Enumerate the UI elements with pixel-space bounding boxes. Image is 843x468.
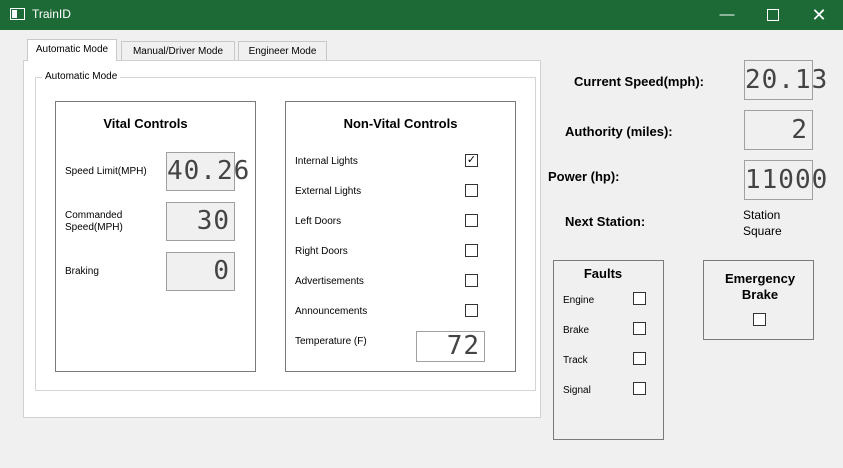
power-display: 11000 bbox=[744, 160, 829, 200]
fault-item-label: Signal bbox=[563, 385, 591, 396]
tab-manual-driver-mode[interactable]: Manual/Driver Mode bbox=[121, 41, 235, 61]
fault-item-checkbox[interactable] bbox=[633, 322, 646, 335]
authority-label: Authority (miles): bbox=[565, 124, 673, 139]
commanded-speed-label-line1: Commanded bbox=[65, 210, 123, 221]
non-vital-item-label: Announcements bbox=[295, 306, 368, 317]
non-vital-item-checkbox[interactable] bbox=[465, 244, 478, 257]
non-vital-item-checkbox[interactable] bbox=[465, 304, 478, 317]
fault-item-checkbox[interactable] bbox=[633, 292, 646, 305]
non-vital-item-label: Advertisements bbox=[295, 276, 364, 287]
non-vital-item-label: Internal Lights bbox=[295, 156, 358, 167]
title-bar: TrainID — ✕ bbox=[0, 0, 843, 30]
next-station-value-line1: Station bbox=[743, 208, 781, 222]
non-vital-item-label: Right Doors bbox=[295, 246, 348, 257]
maximize-button[interactable] bbox=[750, 0, 796, 30]
non-vital-controls-title: Non-Vital Controls bbox=[343, 116, 458, 131]
speed-limit-display: 40.26 bbox=[166, 152, 251, 191]
app-icon bbox=[10, 8, 25, 20]
fault-item-label: Brake bbox=[563, 325, 590, 336]
emergency-brake-title-line2: Brake bbox=[741, 287, 779, 302]
emergency-brake-title-line1: Emergency bbox=[724, 271, 796, 286]
fault-item-checkbox[interactable] bbox=[633, 382, 646, 395]
non-vital-item-label: Left Doors bbox=[295, 216, 342, 227]
fault-item-checkbox[interactable] bbox=[633, 352, 646, 365]
current-speed-value: 20.13 bbox=[745, 65, 829, 95]
non-vital-item-checkbox[interactable] bbox=[465, 184, 478, 197]
close-button[interactable]: ✕ bbox=[796, 0, 842, 30]
temperature-input[interactable]: 72 bbox=[416, 331, 485, 362]
authority-value: 2 bbox=[791, 115, 808, 145]
power-label: Power (hp): bbox=[548, 169, 620, 184]
current-speed-label: Current Speed(mph): bbox=[574, 74, 704, 89]
faults-frame bbox=[553, 260, 664, 440]
authority-display: 2 bbox=[744, 110, 813, 150]
speed-limit-value: 40.26 bbox=[167, 156, 251, 186]
faults-title: Faults bbox=[583, 266, 623, 281]
fault-item-label: Engine bbox=[563, 295, 595, 306]
emergency-brake-checkbox[interactable] bbox=[753, 313, 766, 326]
commanded-speed-label-line2: Speed(MPH) bbox=[65, 222, 123, 233]
non-vital-item-checkbox[interactable]: ✓ bbox=[465, 154, 478, 167]
tab-automatic-mode[interactable]: Automatic Mode bbox=[27, 39, 117, 61]
minimize-button[interactable]: — bbox=[704, 0, 750, 30]
groupbox-title: Automatic Mode bbox=[42, 71, 121, 82]
braking-label: Braking bbox=[65, 266, 99, 277]
fault-item-label: Track bbox=[563, 355, 588, 366]
non-vital-item-label: External Lights bbox=[295, 186, 362, 197]
window-title: TrainID bbox=[32, 7, 71, 21]
non-vital-item-checkbox[interactable] bbox=[465, 214, 478, 227]
power-value: 11000 bbox=[745, 165, 829, 195]
next-station-value-line2: Square bbox=[743, 224, 782, 238]
temperature-value: 72 bbox=[446, 331, 480, 361]
maximize-icon bbox=[767, 9, 779, 22]
current-speed-display: 20.13 bbox=[744, 60, 829, 100]
vital-controls-title: Vital Controls bbox=[103, 116, 188, 131]
next-station-label: Next Station: bbox=[565, 214, 646, 229]
braking-display: 0 bbox=[166, 252, 235, 291]
speed-limit-label: Speed Limit(MPH) bbox=[65, 166, 147, 177]
braking-value: 0 bbox=[213, 256, 230, 286]
temperature-label: Temperature (F) bbox=[295, 336, 367, 347]
commanded-speed-value: 30 bbox=[196, 206, 230, 236]
commanded-speed-display: 30 bbox=[166, 202, 235, 241]
non-vital-item-checkbox[interactable] bbox=[465, 274, 478, 287]
tab-engineer-mode[interactable]: Engineer Mode bbox=[238, 41, 327, 61]
